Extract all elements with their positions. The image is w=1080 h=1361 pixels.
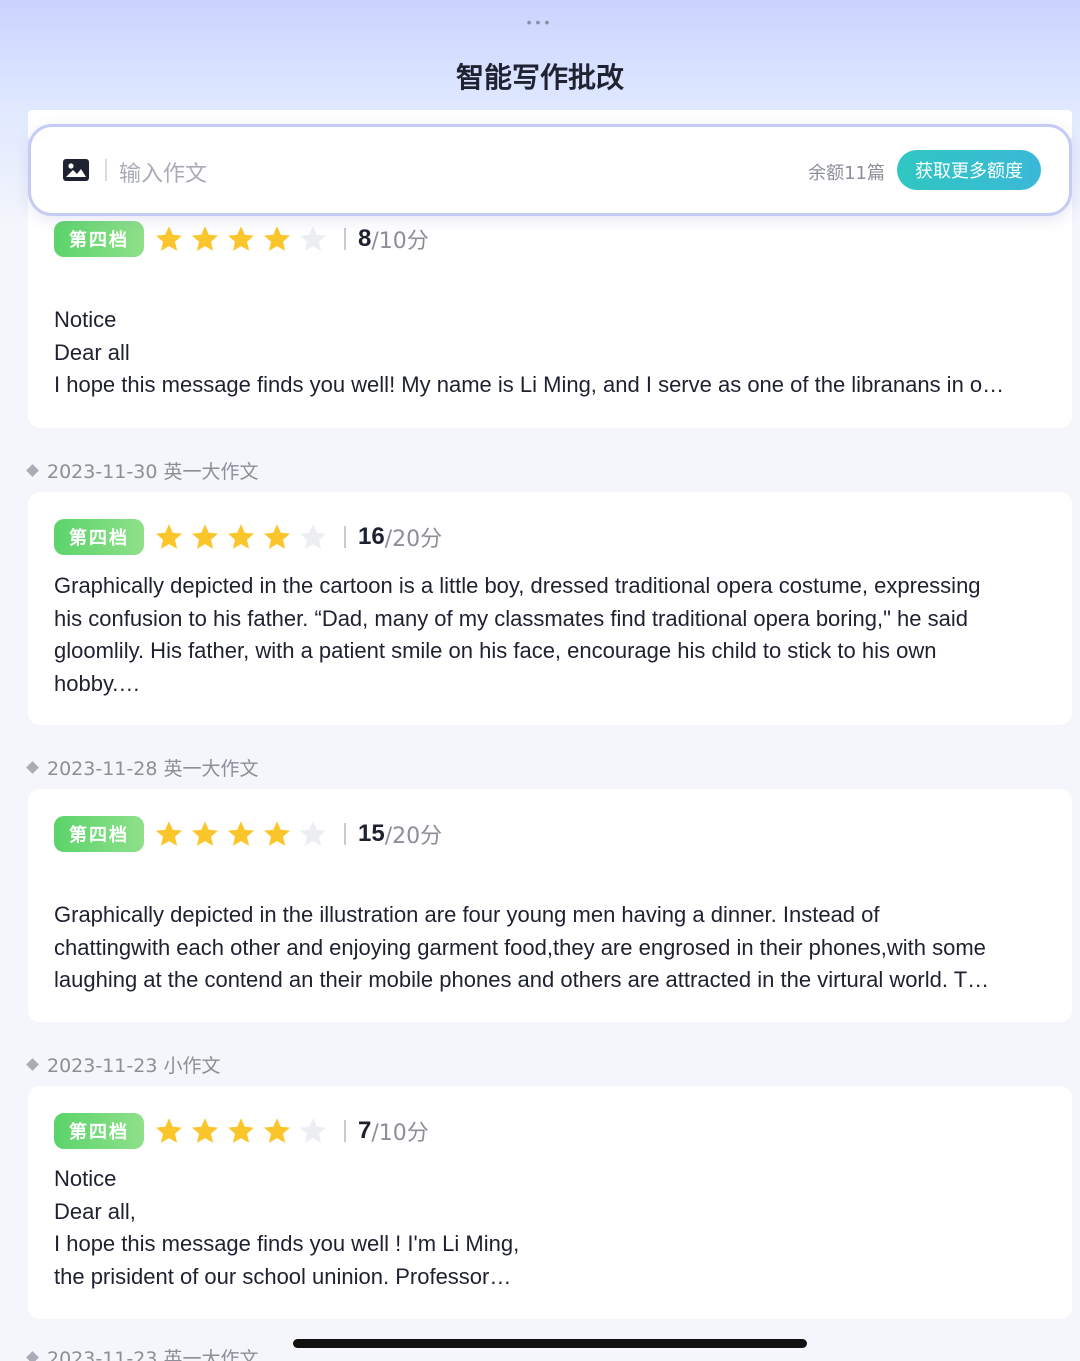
excerpt-line: laughing at the contend an their mobile … [54,967,990,993]
get-more-quota-button[interactable]: 获取更多额度 [897,150,1041,190]
diamond-bullet-icon [26,1058,39,1071]
star-filled-icon [156,1118,182,1143]
date-text: 2023-11-30 英一大作文 [47,461,259,483]
diamond-bullet-icon [26,761,39,774]
star-filled-icon [156,226,182,251]
essay-excerpt: Graphically depicted in the cartoon is a… [54,570,1046,701]
diamond-bullet-icon [26,464,39,477]
input-divider [105,159,107,181]
score-divider [344,1120,346,1142]
rating-stars [154,819,334,849]
essay-card[interactable]: 第四档 7 /10分 Notice Dear all, I hope this … [28,1086,1072,1319]
date-text: 2023-11-23 小作文 [47,1055,221,1077]
score-total: /20分 [384,824,443,849]
essay-input-placeholder[interactable]: 输入作文 [119,156,207,188]
level-badge: 第四档 [54,221,144,257]
star-filled-icon [228,226,254,251]
essay-score-row: 第四档 8 /10分 [54,220,429,258]
essay-excerpt: Notice Dear all, I hope this message fin… [54,1163,1046,1294]
excerpt-line: gloomlily. His father, with a patient sm… [54,638,937,664]
score-divider [344,526,346,548]
score-value: 7 [358,1117,372,1144]
score-total: /20分 [384,527,443,552]
rating-stars [154,1116,334,1146]
excerpt-line: I hope this message finds you well ! I'm… [54,1231,520,1257]
excerpt-line: the prisident of our school uninion. Pro… [54,1264,512,1290]
star-filled-icon [228,1118,254,1143]
star-filled-icon [192,226,218,251]
quota-text: 余额11篇 [808,163,885,184]
image-icon[interactable] [63,159,89,181]
excerpt-line: Graphically depicted in the cartoon is a… [54,573,981,598]
excerpt-line: Dear all, [54,1198,136,1224]
rating-stars [154,522,334,552]
excerpt-line: chattingwith each other and enjoying gar… [54,934,986,960]
home-indicator[interactable] [293,1339,807,1348]
excerpt-line: Dear all [54,339,130,365]
star-filled-icon [264,226,290,251]
essay-score-row: 第四档 16 /20分 [54,518,442,556]
essay-input-bar[interactable]: 输入作文 余额11篇 获取更多额度 [28,124,1072,216]
score-total: /10分 [371,1121,429,1146]
essay-date-label: 2023-11-28 英一大作文 [26,754,259,781]
star-filled-icon [264,1118,290,1143]
star-filled-icon [192,821,218,846]
essay-date-label: 2023-11-30 英一大作文 [26,457,259,484]
page-title: 智能写作批改 [455,61,624,94]
date-text: 2023-11-23 英一大作文 [47,1348,259,1361]
score-total: /10分 [371,229,429,254]
date-text: 2023-11-28 英一大作文 [47,758,259,780]
level-badge: 第四档 [54,816,144,852]
essay-card[interactable]: 第四档 15 /20分 Graphically depicted in the … [28,789,1072,1022]
essay-date-label: 2023-11-23 英一大作文 [26,1344,259,1361]
rating-stars [154,224,334,254]
excerpt-line: Notice [54,1166,117,1191]
star-filled-icon [264,524,290,549]
star-filled-icon [264,821,290,846]
essay-excerpt: Graphically depicted in the illustration… [54,899,1046,997]
score-divider [344,228,346,250]
more-options-icon[interactable]: ••• [0,14,1080,30]
star-empty-icon [300,1118,326,1143]
level-badge: 第四档 [54,1113,144,1149]
essay-score-row: 第四档 7 /10分 [54,1112,429,1150]
star-filled-icon [192,1118,218,1143]
star-empty-icon [300,524,326,549]
essay-card[interactable]: 第四档 16 /20分 Graphically depicted in the … [28,492,1072,725]
excerpt-line: his confusion to his father. “Dad, many … [54,605,968,631]
score-divider [344,823,346,845]
star-filled-icon [228,524,254,549]
essay-score-row: 第四档 15 /20分 [54,815,442,853]
star-filled-icon [156,524,182,549]
score-value: 15 [358,820,385,847]
excerpt-line: Notice [54,307,117,332]
level-badge: 第四档 [54,519,144,555]
star-filled-icon [228,821,254,846]
essay-date-label: 2023-11-23 小作文 [26,1051,221,1078]
excerpt-line: Graphically depicted in the illustration… [54,902,880,927]
star-filled-icon [192,524,218,549]
excerpt-line: hobby.… [54,671,141,697]
star-empty-icon [300,821,326,846]
score-value: 16 [358,523,385,550]
diamond-bullet-icon [26,1351,39,1361]
essay-excerpt: Notice Dear all I hope this message find… [54,304,1046,402]
score-value: 8 [358,225,372,252]
excerpt-line: I hope this message finds you well! My n… [54,372,1005,398]
star-empty-icon [300,226,326,251]
star-filled-icon [156,821,182,846]
